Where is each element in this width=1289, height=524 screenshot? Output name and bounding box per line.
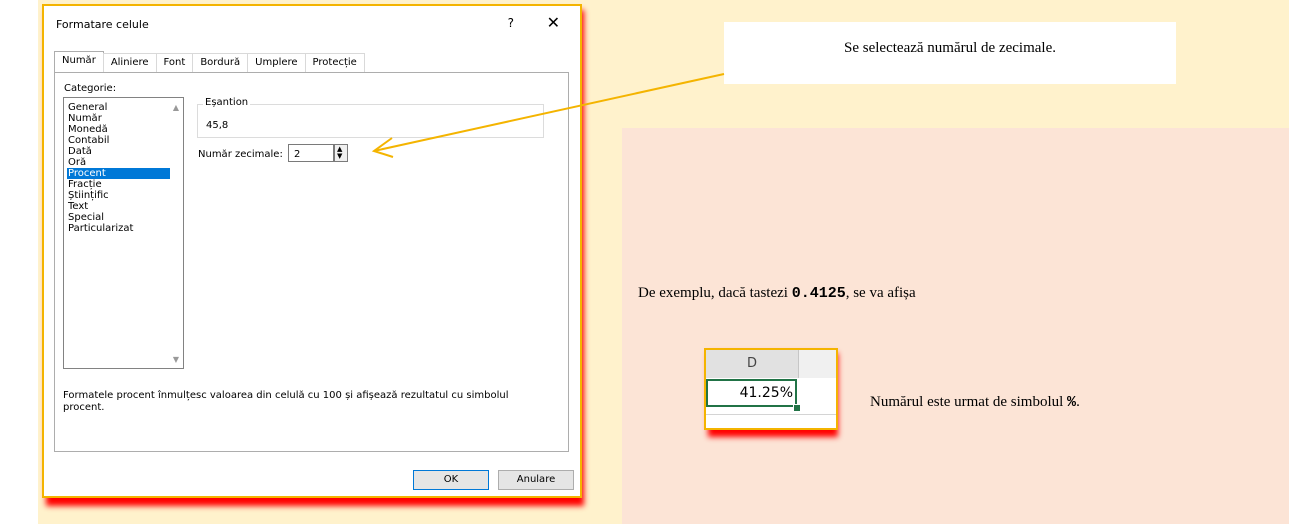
cell-d[interactable]: 41.25% xyxy=(706,379,797,407)
row-gridline xyxy=(706,414,836,415)
example-value: 0.4125 xyxy=(791,285,846,302)
note-suffix: . xyxy=(1076,394,1080,410)
note-symbol: % xyxy=(1067,394,1077,411)
column-header-next[interactable] xyxy=(799,350,836,378)
example-prefix: De exemplu, dacă tastezi xyxy=(638,285,792,301)
arrow-line xyxy=(373,73,725,152)
example-text: De exemplu, dacă tastezi 0.4125, se va a… xyxy=(638,285,916,302)
column-header[interactable]: D xyxy=(706,350,799,378)
fill-handle[interactable] xyxy=(793,404,801,412)
excel-snippet: D 41.25% xyxy=(704,348,838,430)
note-prefix: Numărul este urmat de simbolul xyxy=(870,394,1068,410)
example-suffix: , se va afișa xyxy=(845,285,916,301)
note-text: Numărul este urmat de simbolul %. xyxy=(870,394,1080,411)
callout-arrow xyxy=(371,73,725,158)
